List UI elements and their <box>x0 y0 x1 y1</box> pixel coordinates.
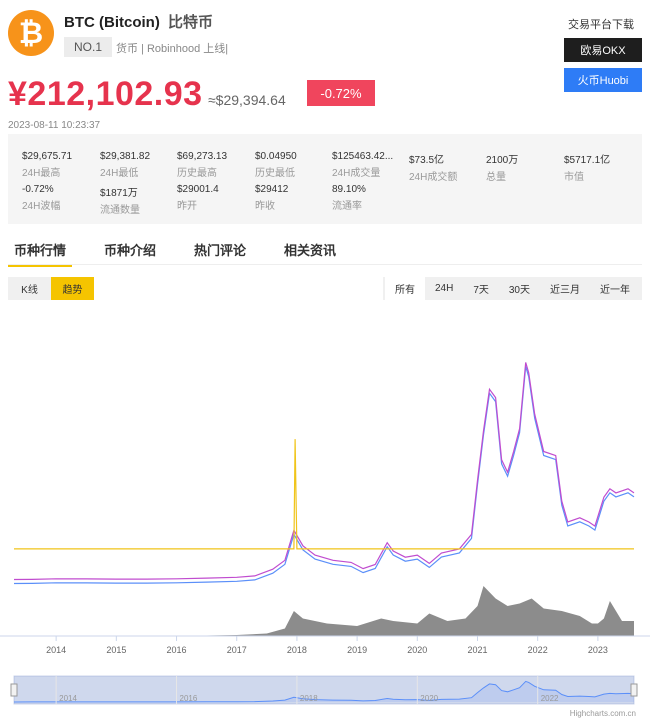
stat-24h-low: $29,381.82 24H最低 <box>100 151 150 179</box>
x-tick-label: 2021 <box>467 645 487 655</box>
trend-button[interactable]: 趋势 <box>51 277 94 300</box>
price-lines-group <box>13 362 635 585</box>
tab-market[interactable]: 币种行情 <box>8 240 73 267</box>
x-tick-label: 2016 <box>167 645 187 655</box>
navigator-tick-label: 2018 <box>300 694 318 703</box>
navigator-tick-label: 2022 <box>541 694 559 703</box>
huobi-download-button[interactable]: 火币Huobi <box>564 68 642 92</box>
stat-value: $1871万 <box>100 188 138 199</box>
x-tick-label: 2018 <box>287 645 307 655</box>
navigator-tick-label: 2020 <box>420 694 438 703</box>
price-line-yellow <box>14 439 634 550</box>
tab-comments[interactable]: 热门评论 <box>188 240 252 267</box>
stat-label: 流通数量 <box>100 205 140 216</box>
stat-label: 24H最高 <box>22 168 61 179</box>
stat-all-time-high: $69,273.13 历史最高 <box>177 151 227 179</box>
stat-label: 市值 <box>564 172 584 183</box>
x-tick-label: 2019 <box>347 645 367 655</box>
stat-label: 24H波幅 <box>22 201 61 212</box>
stat-circulation-rate: 89.10% 流通率 <box>332 184 366 212</box>
x-tick-label: 2017 <box>227 645 247 655</box>
stat-label: 历史最低 <box>255 168 295 179</box>
rank-badge: NO.1 <box>64 37 113 57</box>
x-tick-label: 2023 <box>588 645 608 655</box>
stat-value: $69,273.13 <box>177 151 228 162</box>
price-line-blue <box>13 366 635 585</box>
range-24h-button[interactable]: 24H <box>425 277 463 300</box>
stat-value: -0.72% <box>22 184 54 195</box>
stat-label: 24H最低 <box>100 168 139 179</box>
tab-bar: 币种行情 币种介绍 热门评论 相关资讯 <box>8 240 368 267</box>
stat-yesterday-open: $29001.4 昨开 <box>177 184 219 212</box>
stat-value: $5717.1亿 <box>564 155 611 166</box>
x-tick-label: 2015 <box>106 645 126 655</box>
range-7d-button[interactable]: 7天 <box>463 277 499 300</box>
stat-label: 24H成交量 <box>332 168 381 179</box>
range-30d-button[interactable]: 30天 <box>499 277 540 300</box>
change-badge: -0.72% <box>307 80 375 106</box>
stat-value: $0.04950 <box>255 151 297 162</box>
range-3m-button[interactable]: 近三月 <box>540 277 590 300</box>
navigator-left-handle[interactable] <box>10 683 18 697</box>
price-line-purple <box>13 362 635 581</box>
stat-label: 总量 <box>486 172 506 183</box>
stat-total-supply: 2100万总量 <box>486 151 518 183</box>
stat-circulating: $1871万 流通数量 <box>100 184 140 216</box>
stat-value: $125463.42... <box>332 151 394 162</box>
stat-label: 流通率 <box>332 201 362 212</box>
okx-download-button[interactable]: 欧易OKX <box>564 38 642 62</box>
stat-value: $29001.4 <box>177 184 219 195</box>
stat-value: $29412 <box>255 184 289 195</box>
volume-area-group <box>14 586 634 636</box>
stats-panel: $29,675.71 24H最高 $29,381.82 24H最低 $69,273.… <box>8 134 642 224</box>
stat-value: $29,675.71 <box>22 151 73 162</box>
tab-intro[interactable]: 币种介绍 <box>98 240 162 267</box>
stat-24h-range: -0.72% 24H波幅 <box>22 184 60 212</box>
stat-label: 昨开 <box>177 201 197 212</box>
bitcoin-logo-icon: ₿ <box>8 10 54 56</box>
price-trend-chart[interactable]: 2014 2015 2016 2017 2018 2019 2020 2021 2022 2023… <box>0 300 650 715</box>
price-usd: ≈$29,394.64 <box>208 92 286 108</box>
coin-name: BTC (Bitcoin) <box>64 14 160 31</box>
stat-value: $29,381.82 <box>100 151 151 162</box>
stat-24h-turnover: $73.5亿 24H成交额 <box>409 151 457 183</box>
stat-value: 2100万 <box>486 155 519 166</box>
navigator-right-handle[interactable] <box>630 683 638 697</box>
stat-market-cap: $5717.1亿 市值 <box>564 151 610 183</box>
exchange-download-title: 交易平台下载 <box>568 19 634 31</box>
stat-24h-high: $29,675.71 24H最高 <box>22 151 72 179</box>
stat-label: 24H成交额 <box>409 172 458 183</box>
range-selector: 所有 24H 7天 30天 近三月 近一年 <box>382 277 642 300</box>
chart-type-toggle: K线 趋势 <box>8 277 94 300</box>
range-all-button[interactable]: 所有 <box>384 277 425 300</box>
coin-tags: 货币 | Robinhood 上线| <box>116 43 229 55</box>
tab-divider <box>8 264 642 265</box>
chart-credit: Highcharts.com.cn <box>569 709 636 718</box>
tab-news[interactable]: 相关资讯 <box>278 240 342 267</box>
stat-yesterday-close: $29412 昨收 <box>255 184 288 212</box>
stat-value: $73.5亿 <box>409 155 445 166</box>
update-timestamp: 2023-08-11 10:23:37 <box>8 120 101 131</box>
range-1y-button[interactable]: 近一年 <box>590 277 640 300</box>
x-tick-label: 2014 <box>46 645 66 655</box>
navigator-tick-label: 2016 <box>180 694 198 703</box>
stat-label: 昨收 <box>255 201 275 212</box>
x-tick-label: 2022 <box>528 645 548 655</box>
coin-name-cn: 比特币 <box>168 14 214 31</box>
coin-title: BTC (Bitcoin) 比特币 <box>64 11 213 32</box>
kline-button[interactable]: K线 <box>8 277 51 300</box>
x-tick-label: 2020 <box>407 645 427 655</box>
stat-value: 89.10% <box>332 184 366 195</box>
volume-area <box>14 586 634 636</box>
stat-label: 历史最高 <box>177 168 217 179</box>
navigator-tick-label: 2014 <box>59 694 77 703</box>
x-axis-ticks: 2014 2015 2016 2017 2018 2019 2020 2021 2022 2023 <box>46 636 608 655</box>
stat-all-time-low: $0.04950 历史最低 <box>255 151 297 179</box>
price-cny: ¥212,102.93 <box>8 75 203 113</box>
stat-24h-volume: $125463.42... 24H成交量 <box>332 151 393 179</box>
